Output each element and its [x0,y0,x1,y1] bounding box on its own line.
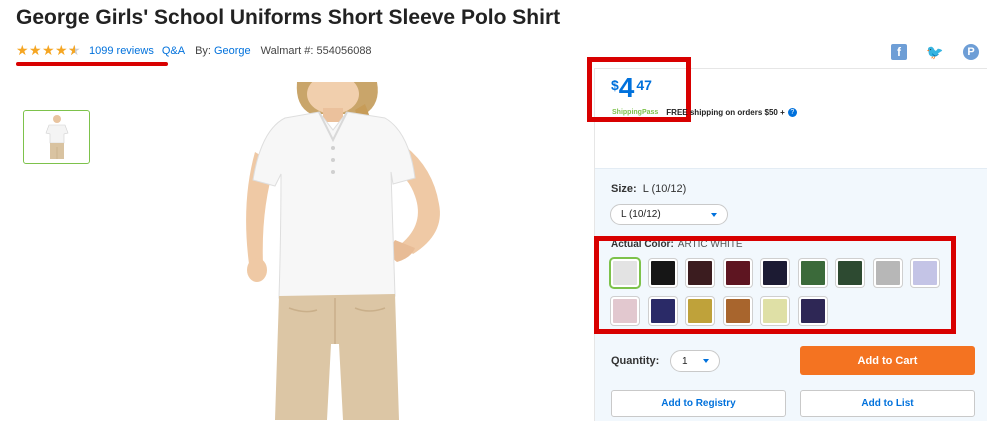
pinterest-icon[interactable]: P [963,44,979,60]
product-meta: ★ ★ ★ ★ ★ 1099 reviews Q&A By:George Wal… [16,42,372,59]
qa-link[interactable]: Q&A [162,45,185,57]
star-icon: ★ [42,42,55,58]
help-icon[interactable]: ? [787,108,797,117]
quantity-select[interactable]: 1 [670,350,720,372]
size-label-text: Size: [611,183,637,195]
by-label: By: [195,44,211,57]
half-star-icon: ★ [68,42,81,59]
add-to-list-button[interactable]: Add to List [800,390,975,417]
quantity-label: Quantity: [611,355,660,367]
annotation-underline [16,62,168,66]
product-title: George Girls' School Uniforms Short Slee… [16,6,561,29]
free-shipping-text: FREE shipping on orders $50 + [666,108,785,117]
rating-stars[interactable]: ★ ★ ★ ★ ★ [16,42,81,59]
shipping-pass-logo[interactable]: ShippingPass [612,109,658,116]
product-thumbnail[interactable] [23,110,90,164]
facebook-icon[interactable]: f [891,44,907,60]
size-current-value: L (10/12) [642,183,687,195]
star-icon: ★ [55,42,68,58]
polo-shirt-thumbnail-image [45,115,68,159]
add-to-registry-button[interactable]: Add to Registry [611,390,786,417]
reviews-link[interactable]: 1099 reviews [89,45,154,57]
size-select[interactable]: L (10/12) [610,204,728,225]
quantity-value: 1 [682,355,688,367]
size-select-value: L (10/12) [621,209,661,220]
swatch-highlight-box [594,236,956,334]
star-icon: ★ [29,42,42,58]
product-main-image[interactable] [215,82,475,420]
size-label: Size: L (10/12) [611,183,686,195]
shipping-info: ShippingPass FREE shipping on orders $50… [612,108,797,117]
add-to-cart-button[interactable]: Add to Cart [800,346,975,375]
brand-byline: By: George [195,45,251,57]
walmart-number: Walmart #: 554056088 [260,44,372,57]
chevron-down-icon [703,359,709,363]
chevron-down-icon [711,212,717,217]
twitter-icon[interactable]: 🐦 [926,44,943,60]
brand-link[interactable]: George [214,45,251,57]
star-icon: ★ [16,42,29,58]
